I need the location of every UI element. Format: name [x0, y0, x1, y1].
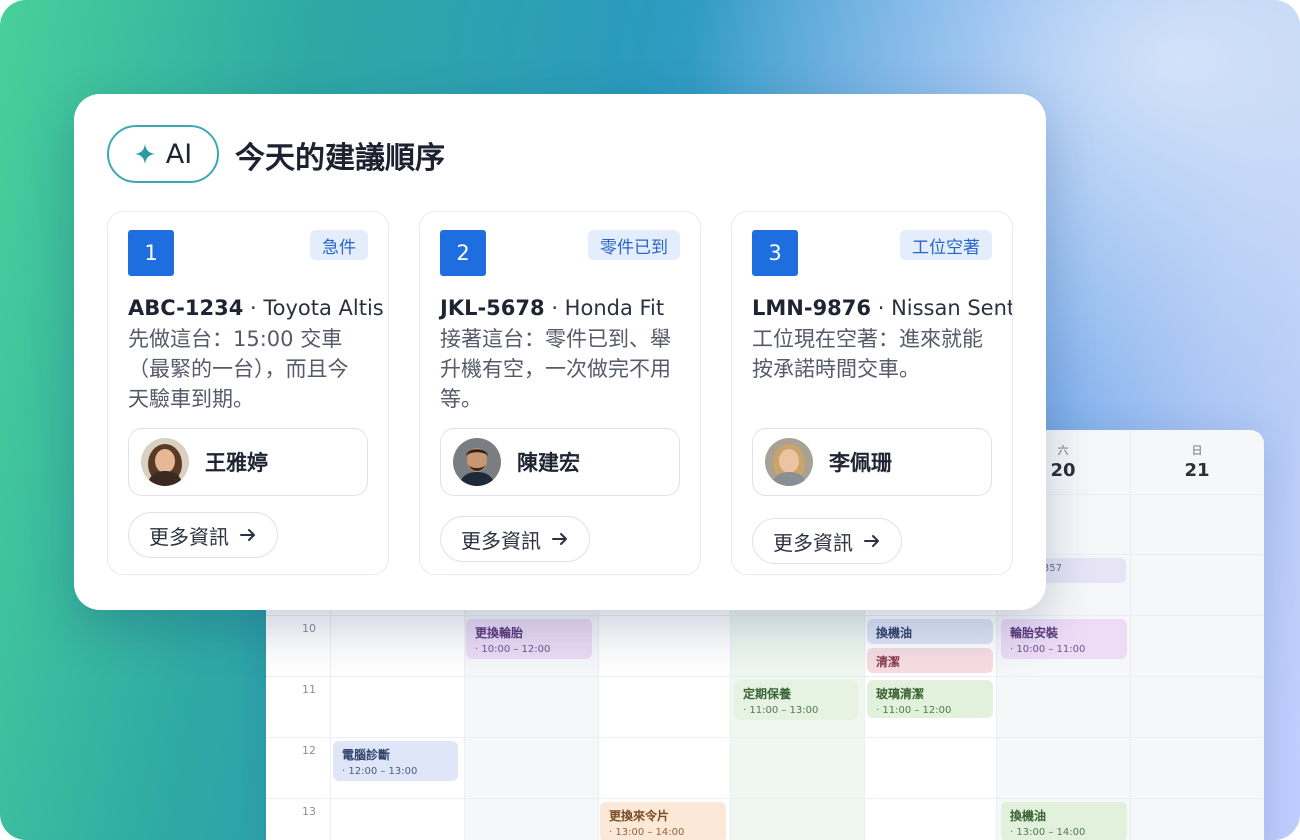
suggestion-card: 1 急件 ABC-1234 · Toyota Altis 先做這台：15:00 … [107, 211, 389, 575]
rank-badge: 1 [128, 230, 174, 276]
status-tag: 零件已到 [588, 230, 680, 260]
rank-badge: 3 [752, 230, 798, 276]
event-title: 定期保養 [743, 687, 792, 701]
calendar-event[interactable]: 定期保養 · 11:00 – 13:00 [734, 680, 858, 720]
day-number: 21 [1184, 460, 1210, 481]
day-of-week: 日 [1191, 444, 1203, 457]
more-info-button[interactable]: 更多資訊 [128, 512, 278, 558]
ai-label: AI [165, 138, 193, 170]
event-time: · 10:00 – 11:00 [1010, 644, 1086, 655]
calendar-divider [266, 676, 1264, 677]
event-time: · 10:00 – 12:00 [475, 644, 551, 655]
event-title: 更換輪胎 [475, 626, 524, 640]
status-tag: 急件 [310, 230, 368, 260]
event-time: · 13:00 – 14:00 [1010, 827, 1086, 838]
more-info-button[interactable]: 更多資訊 [752, 518, 902, 564]
vehicle-info: ABC-1234 · Toyota Altis [128, 296, 388, 320]
technician-name: 李佩珊 [829, 451, 892, 475]
calendar-event[interactable]: 換機油 · 13:00 – 14:00 [1001, 802, 1127, 840]
suggestion-card: 3 工位空著 LMN-9876 · Nissan Sentra 工位現在空著：進… [731, 211, 1013, 575]
hour-label: 13 [302, 805, 316, 818]
calendar-event[interactable]: 更換來令片 · 13:00 – 14:00 [600, 802, 726, 840]
hour-label: 12 [302, 744, 316, 757]
technician-chip[interactable]: 王雅婷 [128, 428, 368, 496]
day-header-sunday[interactable]: 日 21 [1131, 442, 1263, 481]
calendar-event[interactable]: 電腦診斷 · 12:00 – 13:00 [333, 741, 458, 781]
suggestion-card: 2 零件已到 JKL-5678 · Honda Fit 接著這台：零件已到、舉升… [419, 211, 701, 575]
arrow-right-icon [240, 529, 255, 541]
vehicle-model: · Nissan Sentra [877, 296, 1012, 320]
more-info-label: 更多資訊 [461, 528, 541, 553]
rank-badge: 2 [440, 230, 486, 276]
event-time: · 11:00 – 12:00 [876, 705, 952, 716]
vehicle-info: JKL-5678 · Honda Fit [440, 296, 700, 320]
ai-badge: AI [107, 125, 219, 183]
sparkle-icon [134, 143, 155, 165]
event-title: 換機油 [876, 626, 913, 640]
suggestion-reason: 接著這台：零件已到、舉升機有空，一次做完不用等。 [440, 327, 671, 411]
calendar-event[interactable]: 玻璃清潔 · 11:00 – 12:00 [867, 680, 993, 718]
event-title: 電腦診斷 [342, 748, 391, 762]
event-title: 輪胎安裝 [1010, 626, 1059, 640]
status-tag: 工位空著 [900, 230, 992, 260]
panel-title: 今天的建議順序 [235, 141, 445, 176]
vehicle-info: LMN-9876 · Nissan Sentra [752, 296, 1012, 320]
technician-name: 陳建宏 [517, 451, 580, 475]
more-info-label: 更多資訊 [773, 530, 853, 555]
app-canvas: 六 20 日 21 10 11 12 13 GHM-1357 更換輪胎 · 10… [0, 0, 1300, 840]
license-plate: LMN-9876 [752, 296, 872, 320]
suggestion-reason: 先做這台：15:00 交車（最緊的一台），而且今天驗車到期。 [128, 327, 349, 411]
event-title: 更換來令片 [609, 809, 670, 823]
avatar [765, 438, 813, 486]
calendar-divider [266, 798, 1264, 799]
event-time: · 11:00 – 13:00 [743, 705, 819, 716]
suggestion-reason: 工位現在空著：進來就能按承諾時間交車。 [752, 327, 983, 381]
more-info-label: 更多資訊 [149, 524, 229, 549]
calendar-event[interactable]: 清潔 [867, 648, 993, 673]
hour-label: 11 [302, 683, 316, 696]
technician-chip[interactable]: 李佩珊 [752, 428, 992, 496]
arrow-right-icon [864, 535, 879, 547]
event-time: · 13:00 – 14:00 [609, 827, 685, 838]
license-plate: ABC-1234 [128, 296, 244, 320]
vehicle-model: · Toyota Altis [250, 296, 384, 320]
calendar-divider [266, 615, 1264, 616]
calendar-event[interactable]: 輪胎安裝 · 10:00 – 11:00 [1001, 619, 1127, 659]
avatar [453, 438, 501, 486]
event-title: 換機油 [1010, 809, 1047, 823]
more-info-button[interactable]: 更多資訊 [440, 516, 590, 562]
technician-name: 王雅婷 [205, 451, 268, 475]
technician-chip[interactable]: 陳建宏 [440, 428, 680, 496]
avatar [141, 438, 189, 486]
event-title: 清潔 [876, 655, 901, 669]
calendar-divider [266, 737, 1264, 738]
event-title: 玻璃清潔 [876, 687, 925, 701]
vehicle-model: · Honda Fit [551, 296, 665, 320]
calendar-event[interactable]: 更換輪胎 · 10:00 – 12:00 [466, 619, 592, 659]
ai-suggestion-panel: AI 今天的建議順序 1 急件 ABC-1234 · Toyota Altis … [74, 94, 1046, 610]
license-plate: JKL-5678 [440, 296, 545, 320]
calendar-event[interactable]: 換機油 [867, 619, 993, 644]
hour-label: 10 [302, 622, 316, 635]
calendar-column-sunday [1130, 430, 1264, 840]
event-time: · 12:00 – 13:00 [342, 766, 418, 777]
arrow-right-icon [552, 533, 567, 545]
